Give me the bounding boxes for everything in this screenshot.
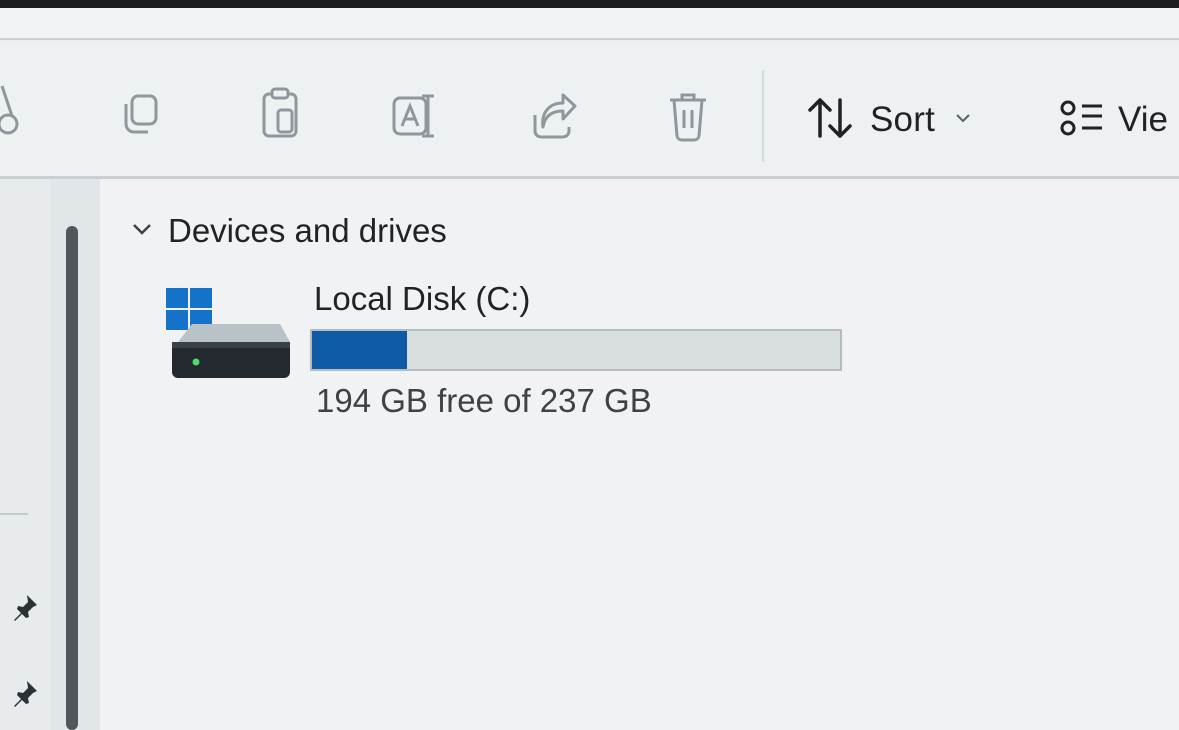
rename-icon (388, 90, 444, 142)
chevron-down-icon (955, 111, 971, 129)
trash-icon (664, 90, 712, 146)
view-list-icon (1058, 96, 1106, 145)
sort-arrows-icon (806, 96, 854, 145)
sort-button[interactable]: Sort (806, 92, 971, 148)
divider (0, 38, 1179, 40)
drive-item[interactable]: Local Disk (C:) 194 GB free of 237 GB (160, 280, 860, 430)
content-pane (100, 179, 1179, 730)
copy-icon (116, 90, 164, 138)
address-area (0, 8, 1179, 38)
drive-usage-fill (312, 331, 408, 369)
group-title: Devices and drives (168, 212, 447, 249)
navigation-divider (0, 513, 28, 515)
share-icon (527, 93, 577, 143)
scissors-icon (0, 80, 26, 140)
devices-group-header[interactable]: Devices and drives (132, 208, 447, 254)
view-button[interactable]: Vie (1058, 92, 1168, 148)
delete-button[interactable] (660, 88, 716, 148)
drive-free-space: 194 GB free of 237 GB (316, 382, 652, 419)
window-top-edge (0, 0, 1179, 8)
rename-button[interactable] (386, 88, 446, 144)
navigation-scrollbar[interactable] (66, 226, 78, 730)
drive-name: Local Disk (C:) (314, 280, 531, 317)
view-label: Vie (1118, 100, 1168, 139)
hard-drive-icon (164, 286, 292, 384)
share-button[interactable] (524, 90, 580, 146)
pin-icon[interactable] (8, 588, 44, 624)
paste-button[interactable] (252, 84, 308, 144)
command-bar (0, 44, 1179, 176)
copy-button[interactable] (112, 86, 168, 142)
chevron-down-icon (132, 222, 152, 241)
cut-button[interactable] (0, 80, 26, 140)
drive-usage-bar (310, 329, 842, 371)
clipboard-icon (256, 86, 304, 142)
sort-label: Sort (870, 100, 935, 139)
pin-icon[interactable] (8, 674, 44, 710)
toolbar-separator (762, 70, 764, 162)
